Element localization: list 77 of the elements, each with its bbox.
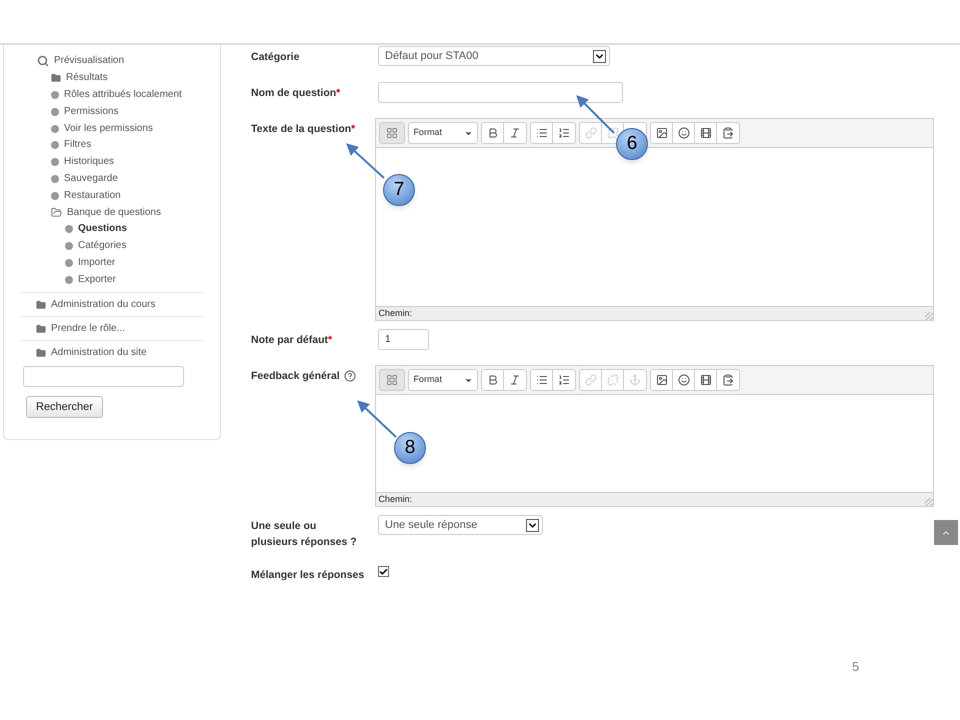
format-dropdown[interactable]: Format xyxy=(408,122,478,144)
bullet-icon xyxy=(51,108,59,116)
dropdown[interactable]: Une seule réponse xyxy=(378,515,543,535)
sidebar-item[interactable]: Catégories xyxy=(78,241,126,252)
input-field[interactable] xyxy=(378,82,623,103)
bullet-icon xyxy=(51,174,59,183)
callout-arrow xyxy=(346,143,385,179)
sidebar-section[interactable]: Administration du site xyxy=(51,345,147,360)
folder-icon xyxy=(51,207,62,218)
folder-icon xyxy=(36,348,46,358)
bullet-icon xyxy=(65,258,73,267)
check-icon xyxy=(379,566,388,576)
search-button[interactable]: Rechercher xyxy=(26,396,103,418)
unlink-icon[interactable] xyxy=(606,127,619,139)
sidebar-item[interactable]: Voir les permissions xyxy=(64,124,153,134)
sidebar-item[interactable]: Restauration xyxy=(64,190,121,201)
bullet-icon xyxy=(65,242,73,250)
callout-arrow xyxy=(576,95,615,134)
sidebar-item[interactable]: Banque de questions xyxy=(67,208,161,218)
paste-icon[interactable] xyxy=(722,374,734,386)
bullet-icon xyxy=(51,141,59,150)
field-label: Une seule ou plusieurs réponses ? xyxy=(251,519,358,550)
sidebar-item[interactable]: Historiques xyxy=(64,157,114,168)
sidebar-item[interactable]: Importer xyxy=(78,258,116,268)
format-dropdown[interactable]: Format xyxy=(408,369,478,391)
field-label: Mélanger les réponses xyxy=(251,568,364,580)
resize-grip-icon[interactable] xyxy=(925,498,933,506)
callout-arrow xyxy=(357,400,397,438)
bullet-icon xyxy=(51,158,59,166)
image-icon[interactable] xyxy=(656,374,668,386)
resize-grip-icon[interactable] xyxy=(925,312,933,320)
page-number: 5 xyxy=(852,658,860,676)
bullet-icon xyxy=(51,192,59,200)
field-label: Nom de question* xyxy=(251,86,340,101)
sidebar-item[interactable]: Résultats xyxy=(66,73,108,84)
path-label: Chemin: xyxy=(378,307,412,320)
sidebar-item[interactable]: Exporter xyxy=(78,274,116,285)
search-field[interactable] xyxy=(23,366,184,387)
field-label: Note par défaut* xyxy=(251,333,332,348)
folder-icon xyxy=(36,324,46,334)
sidebar-item[interactable]: Questions xyxy=(78,224,127,234)
dropdown[interactable]: Défaut pour STA00 xyxy=(378,46,610,66)
bold-icon[interactable] xyxy=(486,127,499,139)
field-label: Catégorie xyxy=(251,50,300,65)
italic-icon[interactable] xyxy=(509,374,522,386)
help-icon[interactable] xyxy=(344,370,356,382)
smiley-icon[interactable] xyxy=(678,127,690,139)
field-label: Feedback général xyxy=(251,369,340,384)
sidebar-item[interactable]: Permissions xyxy=(64,106,118,117)
numbered-list-icon[interactable] xyxy=(558,127,570,139)
sidebar-item[interactable]: Filtres xyxy=(64,140,92,150)
folder-icon xyxy=(51,73,61,84)
search-icon xyxy=(37,55,49,68)
sidebar-section[interactable]: Prendre le rôle... xyxy=(51,321,125,336)
toolbar-toggle-icon[interactable] xyxy=(386,127,398,139)
sidebar-item[interactable]: Sauvegarde xyxy=(64,174,118,184)
folder-icon xyxy=(36,300,46,310)
bullet-icon xyxy=(65,225,73,234)
input-field[interactable]: 1 xyxy=(378,329,429,350)
smiley-icon[interactable] xyxy=(678,374,690,386)
path-label: Chemin: xyxy=(378,493,412,506)
bullet-icon xyxy=(51,90,59,99)
bullet-icon xyxy=(51,124,59,133)
image-icon[interactable] xyxy=(656,127,668,139)
italic-icon[interactable] xyxy=(509,127,522,139)
media-icon[interactable] xyxy=(700,374,712,386)
bold-icon[interactable] xyxy=(486,374,499,386)
checkbox[interactable] xyxy=(378,566,389,577)
sidebar-section[interactable]: Administration du cours xyxy=(51,297,156,312)
media-icon[interactable] xyxy=(700,127,712,139)
bullet-icon xyxy=(65,276,73,284)
numbered-list-icon[interactable] xyxy=(558,374,570,386)
paste-icon[interactable] xyxy=(722,127,734,139)
toolbar-toggle-icon[interactable] xyxy=(386,374,398,386)
sidebar-item[interactable]: Rôles attribués localement xyxy=(64,90,182,100)
field-label: Texte de la question* xyxy=(251,122,356,137)
sidebar-item[interactable]: Prévisualisation xyxy=(54,56,124,66)
